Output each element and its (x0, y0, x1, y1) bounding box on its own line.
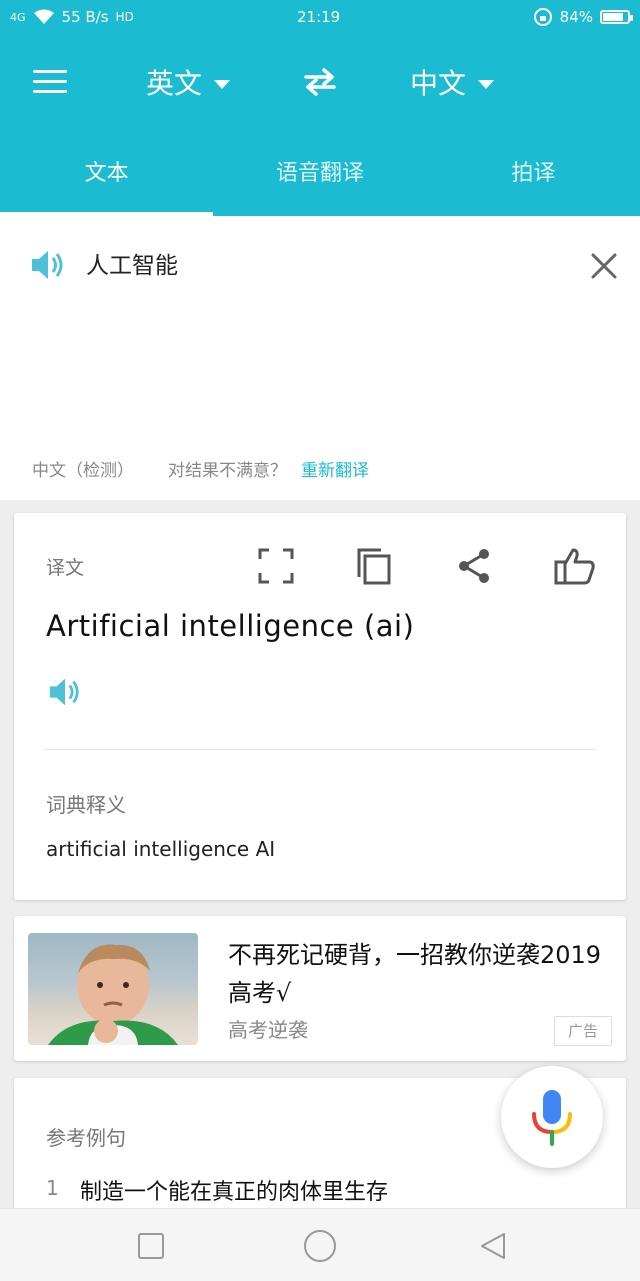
speaker-icon[interactable] (48, 675, 82, 709)
translation-label: 译文 (46, 557, 85, 579)
example-sentence[interactable]: 制造一个能在真正的肉体里生存 (80, 1174, 388, 1206)
ad-card[interactable]: 不再死记硬背，一招教你逆袭2019高考√ 高考逆袭 广告 (14, 916, 626, 1061)
voice-input-button[interactable] (501, 1066, 603, 1168)
divider (44, 749, 596, 750)
source-text[interactable]: 人工智能 (86, 246, 178, 280)
tab-photo-translation[interactable]: 拍译 (427, 156, 640, 216)
rotation-lock-icon (533, 8, 552, 26)
status-time: 21:19 (297, 8, 341, 26)
translation-card: 译文 Artificial intelligence (ai) 词典释义 art… (14, 513, 626, 900)
unsatisfied-prompt: 对结果不满意？ (168, 461, 287, 481)
share-icon[interactable] (456, 547, 492, 585)
copy-icon[interactable] (356, 547, 392, 585)
dictionary-definition: artificial intelligence AI (46, 837, 276, 861)
battery-icon (600, 10, 633, 24)
source-language-selector[interactable]: 英文 (146, 62, 231, 102)
swap-languages-icon[interactable] (302, 67, 338, 97)
hd-icon: HD (115, 10, 134, 24)
dictionary-label: 词典释义 (46, 793, 126, 817)
speaker-icon[interactable] (30, 248, 66, 282)
tab-voice-label: 语音翻译 (275, 161, 364, 186)
target-language-selector[interactable]: 中文 (410, 62, 495, 102)
ad-title[interactable]: 不再死记硬背，一招教你逆袭2019高考√ (228, 936, 608, 1012)
status-right: 84% (533, 7, 633, 27)
status-bar: 4G 55 B/s HD 21:19 84% (0, 0, 640, 34)
retranslate-link[interactable]: 重新翻译 (301, 456, 369, 481)
ad-source: 高考逆袭 (228, 1018, 308, 1042)
chevron-down-icon (214, 79, 231, 89)
home-icon[interactable] (302, 1228, 338, 1264)
wifi-icon (33, 9, 54, 24)
back-icon[interactable] (478, 1231, 508, 1261)
tab-voice-translation[interactable]: 语音翻译 (213, 156, 426, 216)
battery-percent: 84% (559, 8, 593, 26)
app-bar: 英文 中文 文本 语音翻译 拍译 (0, 34, 640, 216)
fullscreen-icon[interactable] (258, 547, 294, 585)
network-speed: 55 B/s (61, 8, 109, 26)
mode-tabs: 文本 语音翻译 拍译 (0, 156, 640, 216)
examples-label: 参考例句 (46, 1126, 126, 1150)
menu-icon[interactable] (33, 70, 67, 94)
tab-text-label: 文本 (84, 161, 129, 186)
tab-photo-label: 拍译 (511, 161, 556, 186)
tab-text[interactable]: 文本 (0, 156, 214, 216)
detect-row: 中文（检测） 对结果不满意？ 重新翻译 (32, 456, 369, 481)
microphone-icon (532, 1090, 572, 1146)
target-language-label: 中文 (410, 67, 467, 100)
detected-language: 中文（检测） (32, 461, 134, 481)
system-nav-bar (0, 1208, 640, 1281)
ad-badge: 广告 (554, 1016, 612, 1046)
recent-apps-icon[interactable] (136, 1231, 166, 1261)
baby-photo-icon (48, 944, 178, 1045)
network-type: 4G (10, 10, 26, 24)
source-language-label: 英文 (146, 67, 203, 100)
ad-image[interactable] (28, 933, 198, 1045)
close-icon[interactable] (590, 252, 618, 280)
input-area: 人工智能 中文（检测） 对结果不满意？ 重新翻译 (0, 216, 640, 500)
thumbs-up-icon[interactable] (554, 547, 596, 585)
example-number: 1 (46, 1176, 59, 1200)
status-left: 4G 55 B/s HD (10, 8, 134, 26)
battery-fill (603, 13, 624, 21)
translation-result[interactable]: Artificial intelligence (ai) (46, 609, 414, 643)
chevron-down-icon (478, 79, 495, 89)
